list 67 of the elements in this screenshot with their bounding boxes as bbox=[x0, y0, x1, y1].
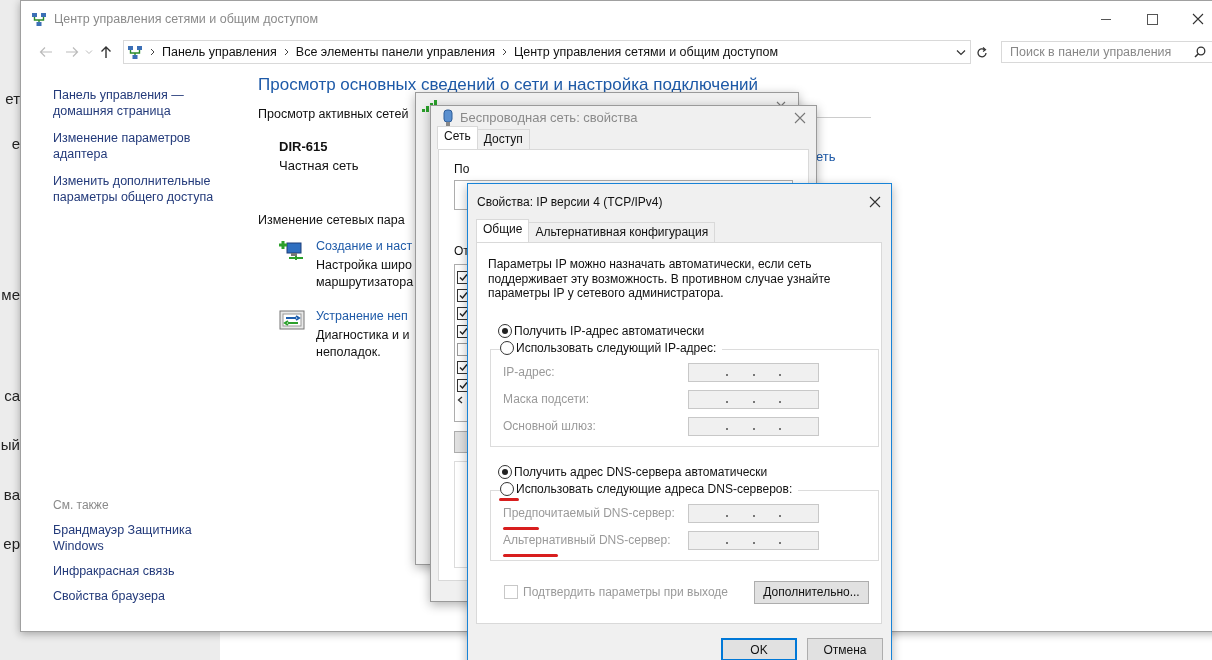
maximize-icon[interactable] bbox=[1146, 13, 1158, 25]
network-adapter-icon bbox=[443, 108, 453, 127]
sidebar-link[interactable]: Изменить дополнительные параметры общего доступа bbox=[53, 173, 233, 205]
chevron-icon bbox=[501, 48, 507, 56]
annotation-underline bbox=[499, 497, 519, 501]
network-link[interactable]: еть bbox=[816, 148, 836, 164]
description-text: Параметры IP можно назначать автоматически, если сеть поддерживает эту возможность. В противном случае узнайте параметры IP у сетевого администратора. bbox=[488, 257, 832, 301]
window-text: ый bbox=[0, 436, 20, 453]
radio-option[interactable]: Получить IP-адрес автоматически bbox=[498, 323, 870, 338]
task-link[interactable]: Создание и наст bbox=[316, 239, 413, 253]
page-heading: Просмотр основных сведений о сети и настройка подключений bbox=[258, 75, 760, 95]
section-label: Изменение сетевых пара bbox=[258, 213, 406, 227]
window-text: ет bbox=[4, 90, 20, 107]
radio-option[interactable]: Получить адрес DNS-сервера автоматически bbox=[498, 464, 870, 479]
window-text: ер bbox=[2, 535, 20, 552]
up-arrow-icon[interactable] bbox=[100, 45, 112, 59]
dialog-title: Беспроводная сеть: свойства bbox=[460, 110, 639, 125]
search-field[interactable]: Поиск в панели управления bbox=[1001, 41, 1212, 63]
tab[interactable]: Альтернативная конфигурация bbox=[528, 222, 716, 242]
sidebar-link[interactable]: Инфракрасная связь bbox=[53, 563, 213, 579]
advanced-button[interactable]: Дополнительно... bbox=[754, 580, 869, 604]
tab[interactable]: Сеть bbox=[437, 126, 478, 149]
sidebar-link[interactable]: Панель управления — домашняя страница bbox=[53, 87, 233, 119]
field-label: От bbox=[454, 244, 470, 258]
field-label: Альтернативный DNS-сервер: bbox=[503, 533, 672, 547]
section-label: Просмотр активных сетей bbox=[258, 107, 409, 121]
field-label: Маска подсети: bbox=[503, 392, 591, 406]
search-icon[interactable] bbox=[1194, 46, 1206, 58]
window-text: ме bbox=[0, 286, 20, 303]
refresh-icon[interactable] bbox=[976, 45, 988, 59]
window-text: е bbox=[10, 135, 20, 152]
breadcrumb-item[interactable]: Все элементы панели управления bbox=[295, 45, 495, 59]
close-icon[interactable] bbox=[1192, 13, 1204, 25]
chevron-icon bbox=[283, 48, 289, 56]
sidebar-link[interactable]: Свойства браузера bbox=[53, 588, 213, 604]
network-name: DIR-615 bbox=[279, 139, 328, 154]
task-description: маршрутизатора bbox=[316, 274, 414, 291]
field-label: По bbox=[454, 162, 471, 176]
dialog-title: Свойства: IP версии 4 (TCP/IPv4) bbox=[477, 195, 664, 209]
network-icon bbox=[127, 44, 143, 60]
ok-button[interactable]: OK bbox=[721, 638, 797, 660]
close-icon[interactable] bbox=[869, 196, 881, 208]
sidebar-link[interactable]: Изменение параметров адаптера bbox=[53, 130, 233, 162]
breadcrumb-item[interactable]: Центр управления сетями и общим доступом bbox=[513, 45, 778, 59]
sidebar-link[interactable]: Брандмауэр Защитника Windows bbox=[53, 522, 213, 554]
section-heading: См. также bbox=[53, 498, 110, 512]
cancel-button[interactable]: Отмена bbox=[807, 638, 883, 660]
caret-icon[interactable] bbox=[956, 48, 966, 56]
field-label: IP-адрес: bbox=[503, 365, 556, 379]
task-link[interactable]: Устранение неп bbox=[316, 309, 408, 323]
window-title: Центр управления сетями и общим доступом bbox=[54, 12, 319, 26]
chevron-icon bbox=[150, 48, 155, 56]
radio-option[interactable]: Использовать следующий IP-адрес: bbox=[500, 340, 723, 355]
window-text: ва bbox=[2, 486, 20, 503]
window-text: са bbox=[3, 387, 20, 404]
network-icon bbox=[31, 11, 47, 27]
troubleshoot-icon bbox=[279, 309, 305, 331]
network-setup-icon bbox=[279, 239, 305, 261]
field-label: Основной шлюз: bbox=[503, 419, 597, 433]
tab[interactable]: Доступ bbox=[476, 129, 530, 149]
task-description: Диагностика и и bbox=[316, 327, 410, 344]
field-label: Предпочитаемый DNS-сервер: bbox=[503, 506, 676, 520]
task-description: неполадок. bbox=[316, 344, 381, 361]
breadcrumb-item[interactable]: Панель управления bbox=[162, 45, 277, 59]
tab[interactable]: Общие bbox=[476, 219, 530, 242]
network-type: Частная сеть bbox=[279, 158, 359, 173]
task-description: Настройка широ bbox=[316, 257, 412, 274]
